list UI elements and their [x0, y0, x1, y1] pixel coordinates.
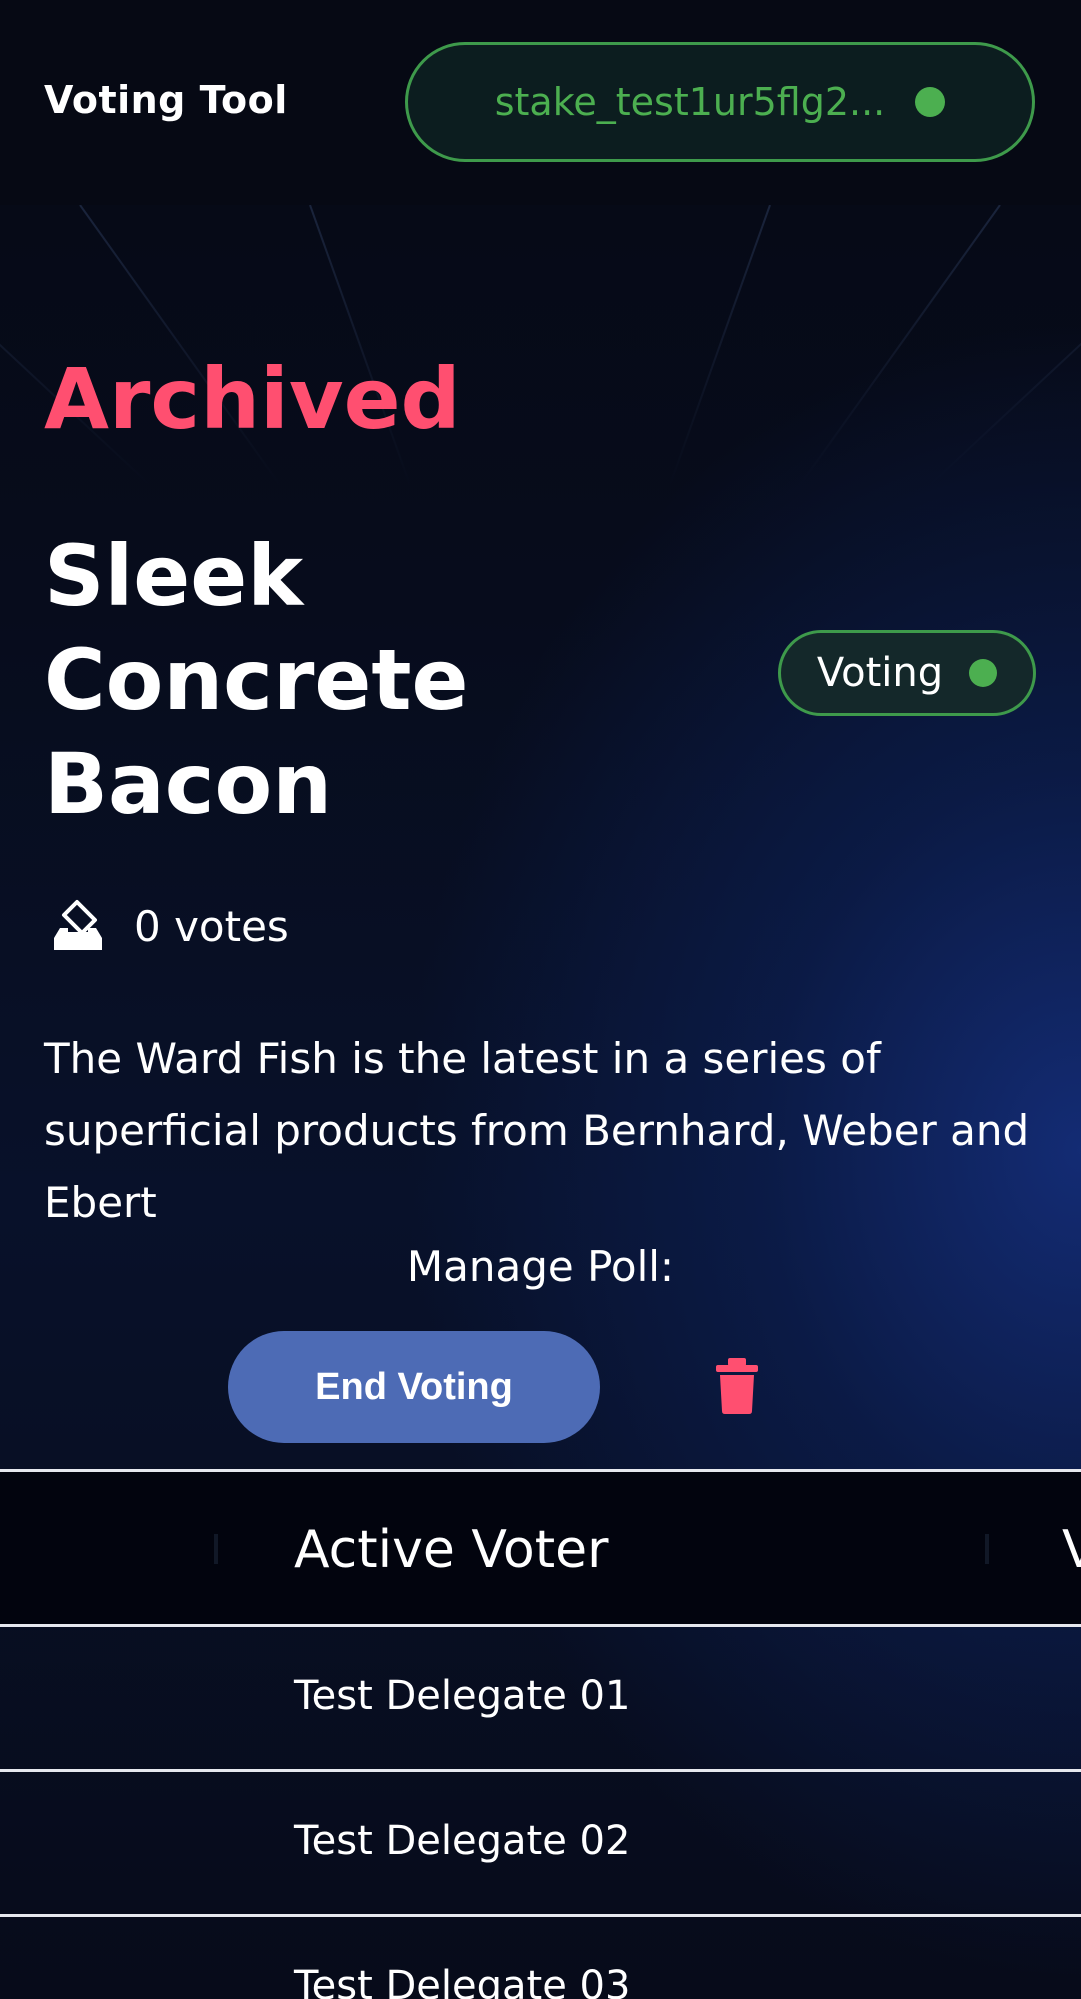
- manage-poll-label: Manage Poll:: [406, 1242, 675, 1291]
- voters-table: Active Voter V Test Delegate 01 Test Del…: [0, 1469, 1081, 1999]
- table-row: Test Delegate 03: [0, 1917, 1081, 1999]
- table-row: Test Delegate 02: [0, 1772, 1081, 1917]
- trash-icon[interactable]: [712, 1358, 762, 1414]
- wallet-address: stake_test1ur5flg2...: [494, 80, 886, 124]
- vote-count-text: 0 votes: [134, 901, 289, 951]
- poll-status-badge: Voting: [778, 630, 1036, 716]
- column-header-vote[interactable]: V: [1062, 1520, 1081, 1580]
- voter-name: Test Delegate 02: [294, 1818, 631, 1864]
- column-header-active-voter[interactable]: Active Voter: [294, 1520, 609, 1580]
- section-heading-archived: Archived: [44, 350, 461, 448]
- poll-description: The Ward Fish is the latest in a series …: [44, 1034, 1030, 1227]
- status-indicator-dot: [969, 659, 998, 687]
- top-header: Voting Tool stake_test1ur5flg2...: [0, 0, 1081, 205]
- page: Voting Tool stake_test1ur5flg2... Archiv…: [0, 0, 1081, 1999]
- wallet-connected-indicator: [915, 87, 946, 117]
- column-separator: [214, 1534, 218, 1564]
- poll-status-label: Voting: [816, 650, 944, 696]
- vote-count: 0 votes: [50, 898, 289, 954]
- table-header: Active Voter V: [0, 1469, 1081, 1627]
- voter-name: Test Delegate 03: [294, 1963, 631, 1999]
- app-title: Voting Tool: [44, 78, 288, 122]
- end-voting-button[interactable]: End Voting: [228, 1331, 600, 1443]
- ballot-box-icon: [54, 900, 102, 950]
- poll-title: Sleek Concrete Bacon: [44, 527, 469, 833]
- column-separator: [985, 1534, 989, 1564]
- wallet-button[interactable]: stake_test1ur5flg2...: [405, 42, 1035, 162]
- voter-name: Test Delegate 01: [294, 1673, 631, 1719]
- table-row: Test Delegate 01: [0, 1627, 1081, 1772]
